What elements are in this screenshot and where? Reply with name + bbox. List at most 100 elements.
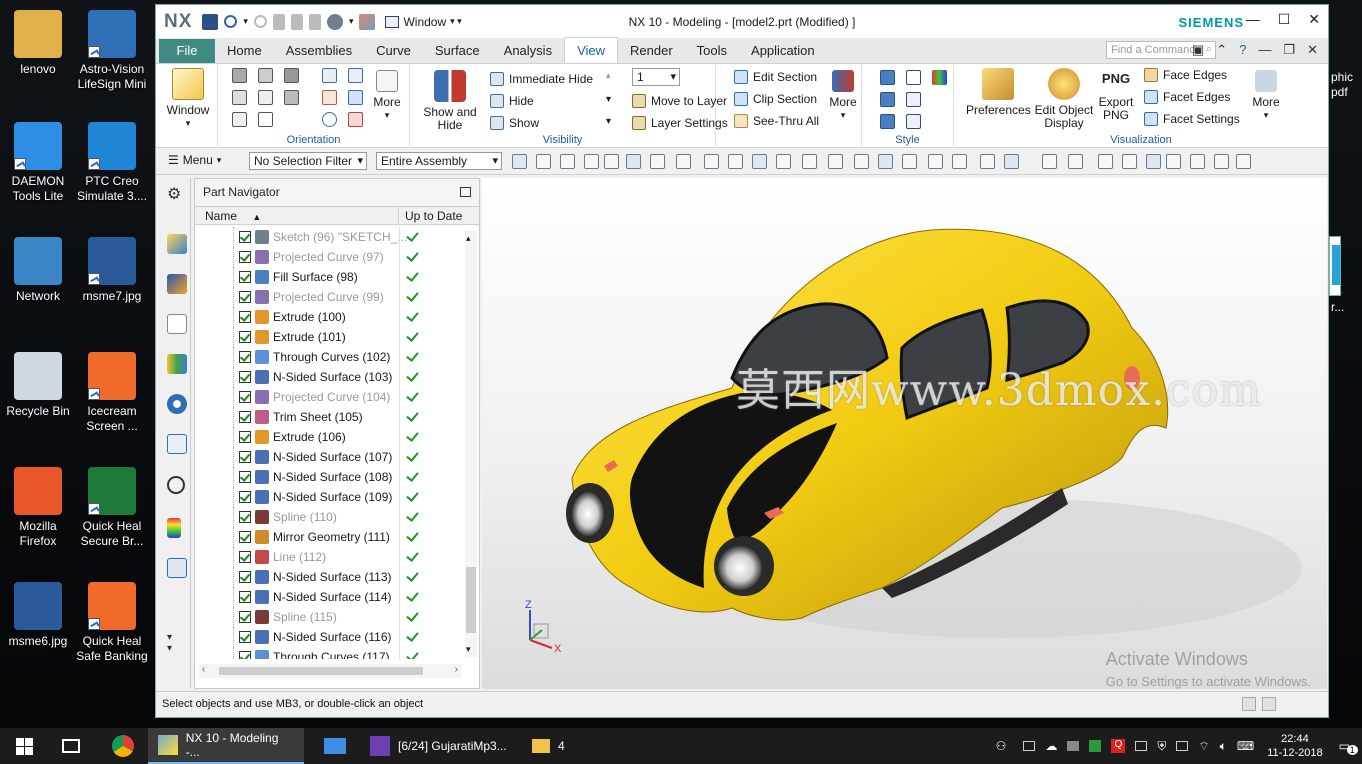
menu-button[interactable]: ☰ Menu ▾ — [168, 153, 221, 167]
tab-analysis[interactable]: Analysis — [492, 39, 564, 63]
navigator-row[interactable]: Through Curves (102) — [195, 347, 467, 367]
rail-scroll-icon[interactable]: ▾ ▾ — [167, 632, 187, 654]
desktop-icon-4[interactable]: Network — [0, 237, 76, 304]
desktop-icon-0[interactable]: lenovo — [0, 10, 76, 77]
visibility-checkbox[interactable] — [239, 471, 251, 483]
process-studio-icon[interactable] — [167, 558, 187, 578]
visualization-more-button[interactable]: More ▾ — [1246, 70, 1286, 122]
tab-render[interactable]: Render — [618, 39, 685, 63]
window-button[interactable]: Window ▾ — [162, 68, 214, 130]
wifi-icon[interactable]: ⌔ — [1198, 739, 1209, 754]
wire-view-icon[interactable] — [704, 154, 719, 169]
edit-section-button[interactable]: Edit Section — [734, 70, 817, 84]
partial-shaded-icon[interactable] — [880, 114, 895, 129]
filter-icon[interactable] — [584, 154, 599, 169]
visibility-checkbox[interactable] — [239, 491, 251, 503]
navigator-row[interactable]: Trim Sheet (105) — [195, 407, 467, 427]
tab-home[interactable]: Home — [215, 39, 274, 63]
visibility-checkbox[interactable] — [239, 411, 251, 423]
color-icon[interactable] — [1146, 154, 1161, 169]
maximize-button[interactable]: ☐ — [1278, 11, 1291, 28]
pan-icon[interactable] — [322, 90, 337, 105]
tab-surface[interactable]: Surface — [423, 39, 492, 63]
desktop-icon-9[interactable]: Quick Heal Secure Br... — [74, 467, 150, 549]
visibility-checkbox[interactable] — [239, 511, 251, 523]
media-player-taskbar-button[interactable]: [6/24] GujaratiMp3... — [360, 728, 520, 764]
navigator-row[interactable]: Projected Curve (104) — [195, 387, 467, 407]
selection-scope-select[interactable]: Entire Assembly — [376, 152, 502, 170]
repeat-command-icon[interactable] — [326, 13, 343, 30]
navigator-row[interactable]: N-Sided Surface (109) — [195, 487, 467, 507]
move-to-layer-button[interactable]: Move to Layer — [632, 94, 727, 108]
visibility-checkbox[interactable] — [239, 231, 251, 243]
facet-edges-button[interactable]: Facet Edges — [1144, 90, 1230, 104]
scroll-down-icon[interactable]: ▾ — [466, 644, 471, 655]
navigator-row[interactable]: Through Curves (117) — [195, 647, 467, 659]
doc-close-button[interactable]: ✕ — [1307, 42, 1318, 58]
navigator-row[interactable]: Fill Surface (98) — [195, 267, 467, 287]
measure-icon[interactable] — [980, 154, 995, 169]
shaded-icon[interactable] — [880, 92, 895, 107]
wireframe-icon[interactable] — [906, 70, 921, 85]
desktop-icon-10[interactable]: msme6.jpg — [0, 582, 76, 649]
dropdown-icon[interactable] — [1236, 154, 1251, 169]
people-icon[interactable]: ⚇ — [996, 739, 1007, 753]
snap-end-icon[interactable] — [536, 154, 551, 169]
navigator-row[interactable]: Spline (115) — [195, 607, 467, 627]
visibility-checkbox[interactable] — [239, 271, 251, 283]
desktop-icon-1[interactable]: Astro-Vision LifeSign Mini — [74, 10, 150, 92]
scroll-thumb[interactable] — [466, 567, 476, 633]
sphere-icon[interactable] — [1190, 154, 1205, 169]
inflection-icon[interactable] — [828, 154, 843, 169]
navigator-row[interactable]: Spline (110) — [195, 507, 467, 527]
visibility-checkbox[interactable] — [239, 551, 251, 563]
help-icon[interactable]: ? — [1239, 42, 1246, 58]
view-fit-icon[interactable] — [1042, 154, 1057, 169]
navigator-row[interactable]: N-Sided Surface (113) — [195, 567, 467, 587]
navigator-row[interactable]: Extrude (101) — [195, 327, 467, 347]
scroll-thumb-horizontal[interactable] — [219, 667, 423, 675]
immediate-hide-button[interactable]: Immediate Hide — [490, 72, 593, 86]
minimize-button[interactable]: — — [1246, 11, 1260, 28]
show-button[interactable]: Show — [490, 116, 539, 130]
collapse-ribbon-icon[interactable]: ⌃ — [1216, 42, 1227, 58]
visibility-checkbox[interactable] — [239, 331, 251, 343]
visibility-checkbox[interactable] — [239, 431, 251, 443]
visibility-checkbox[interactable] — [239, 371, 251, 383]
clock[interactable]: 22:44 11-12-2018 — [1267, 732, 1322, 760]
visibility-checkbox[interactable] — [239, 451, 251, 463]
layers-icon[interactable] — [1004, 154, 1019, 169]
navigator-row[interactable]: N-Sided Surface (108) — [195, 467, 467, 487]
scroll-right-icon[interactable]: › — [455, 664, 458, 675]
volume-icon[interactable]: 🔈︎ — [1220, 739, 1227, 754]
plus-icon[interactable] — [928, 154, 943, 169]
nx-taskbar-button[interactable]: NX 10 - Modeling -... — [148, 728, 304, 764]
arrow-icon[interactable] — [1214, 154, 1229, 169]
paste-icon[interactable] — [308, 13, 321, 30]
tab-view[interactable]: View — [564, 37, 619, 63]
view-bottom-icon[interactable] — [284, 90, 299, 105]
see-thru-all-button[interactable]: See-Thru All — [734, 114, 819, 128]
tab-file[interactable]: File — [159, 39, 215, 63]
desktop-icon-5[interactable]: msme7.jpg — [74, 237, 150, 304]
tab-tools[interactable]: Tools — [685, 39, 739, 63]
select-all-icon[interactable] — [650, 154, 665, 169]
hd3d-tools-icon[interactable] — [167, 394, 187, 414]
maximize-navigator-icon[interactable] — [460, 187, 471, 197]
circle-icon[interactable] — [902, 154, 917, 169]
navigator-row[interactable]: Mirror Geometry (111) — [195, 527, 467, 547]
navigator-row[interactable]: Projected Curve (97) — [195, 247, 467, 267]
column-header-name[interactable]: Name ▲ — [195, 207, 399, 224]
view-iso-icon[interactable] — [284, 68, 299, 83]
view-right-icon[interactable] — [232, 90, 247, 105]
desktop-icon-6[interactable]: Recycle Bin — [0, 352, 76, 419]
scroll-up-icon[interactable]: ▴ — [466, 233, 471, 244]
navigator-row[interactable]: N-Sided Surface (103) — [195, 367, 467, 387]
visibility-checkbox[interactable] — [239, 631, 251, 643]
assembly-navigator-icon[interactable] — [167, 234, 187, 254]
center-icon[interactable] — [878, 154, 893, 169]
spline-icon[interactable] — [802, 154, 817, 169]
refresh-icon[interactable] — [1098, 154, 1113, 169]
doc-restore-button[interactable]: ❐ — [1283, 42, 1295, 58]
show-and-hide-button[interactable]: Show and Hide — [418, 70, 482, 132]
